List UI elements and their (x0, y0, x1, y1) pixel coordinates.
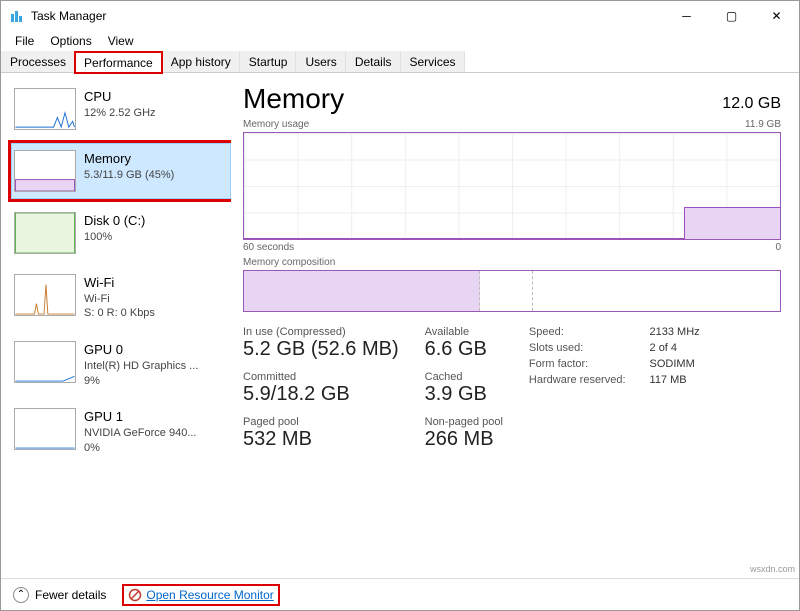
gpu1-sub2: 0% (84, 441, 197, 456)
kv-table: Speed: 2133 MHz Slots used: 2 of 4 Form … (529, 326, 700, 386)
nonpaged-label: Non-paged pool (425, 416, 503, 428)
gpu0-name: GPU 0 (84, 341, 198, 359)
window-buttons: ─ ▢ ✕ (664, 1, 799, 31)
hw-key: Hardware reserved: (529, 374, 626, 386)
comp-modified (480, 271, 534, 311)
wifi-sub1: Wi-Fi (84, 292, 155, 307)
chart-baseline (244, 238, 684, 239)
resource-monitor-link-wrap[interactable]: Open Resource Monitor (124, 586, 277, 604)
menu-bar: File Options View (1, 31, 799, 51)
memory-name: Memory (84, 150, 174, 168)
tab-strip: Processes Performance App history Startu… (1, 51, 799, 73)
cpu-sub: 12% 2.52 GHz (84, 106, 156, 121)
sidebar-item-cpu[interactable]: CPU 12% 2.52 GHz (11, 81, 231, 137)
detail-pane: Memory 12.0 GB Memory usage 11.9 GB 60 s… (231, 73, 799, 578)
cached-value: 3.9 GB (425, 383, 503, 406)
chevron-up-icon[interactable]: ⌃ (13, 587, 29, 603)
chart-fill (684, 207, 780, 239)
minimize-button[interactable]: ─ (664, 1, 709, 31)
gpu0-sub2: 9% (84, 374, 198, 389)
watermark: wsxdn.com (750, 564, 795, 574)
gpu1-thumb (14, 408, 76, 450)
slots-val: 2 of 4 (650, 342, 700, 354)
app-icon (9, 8, 25, 24)
comp-in-use (244, 271, 480, 311)
axis-left: 60 seconds (243, 242, 294, 253)
footer-bar: ⌃ Fewer details Open Resource Monitor (1, 578, 799, 610)
gpu1-sub1: NVIDIA GeForce 940... (84, 426, 197, 441)
wifi-sub2: S: 0 R: 0 Kbps (84, 306, 155, 321)
window-title: Task Manager (31, 9, 664, 23)
hw-val: 117 MB (650, 374, 700, 386)
paged-value: 532 MB (243, 428, 399, 451)
stats-area: In use (Compressed) 5.2 GB (52.6 MB) Com… (243, 326, 781, 461)
tab-performance[interactable]: Performance (75, 52, 162, 73)
committed-label: Committed (243, 371, 399, 383)
fewer-details-link[interactable]: Fewer details (35, 588, 106, 602)
gpu0-sub1: Intel(R) HD Graphics ... (84, 359, 198, 374)
committed-value: 5.9/18.2 GB (243, 383, 399, 406)
disk-name: Disk 0 (C:) (84, 212, 145, 230)
speed-val: 2133 MHz (650, 326, 700, 338)
sidebar-item-memory[interactable]: Memory 5.3/11.9 GB (45%) (11, 143, 231, 199)
disk-thumb (14, 212, 76, 254)
form-key: Form factor: (529, 358, 626, 370)
maximize-button[interactable]: ▢ (709, 1, 754, 31)
available-label: Available (425, 326, 503, 338)
cpu-thumb (14, 88, 76, 130)
memory-sub: 5.3/11.9 GB (45%) (84, 168, 174, 183)
sidebar-item-gpu1[interactable]: GPU 1 NVIDIA GeForce 940... 0% (11, 401, 231, 462)
title-bar: Task Manager ─ ▢ ✕ (1, 1, 799, 31)
nonpaged-value: 266 MB (425, 428, 503, 451)
menu-options[interactable]: Options (42, 32, 99, 50)
available-value: 6.6 GB (425, 338, 503, 361)
tab-app-history[interactable]: App history (162, 51, 240, 72)
tab-startup[interactable]: Startup (240, 51, 297, 72)
gpu1-name: GPU 1 (84, 408, 197, 426)
slots-key: Slots used: (529, 342, 626, 354)
wifi-thumb (14, 274, 76, 316)
form-val: SODIMM (650, 358, 700, 370)
close-button[interactable]: ✕ (754, 1, 799, 31)
composition-label: Memory composition (243, 257, 335, 268)
wifi-name: Wi-Fi (84, 274, 155, 292)
cached-label: Cached (425, 371, 503, 383)
speed-key: Speed: (529, 326, 626, 338)
disk-sub: 100% (84, 230, 145, 245)
inuse-value: 5.2 GB (52.6 MB) (243, 338, 399, 361)
memory-usage-chart[interactable] (243, 132, 781, 240)
sidebar-item-disk[interactable]: Disk 0 (C:) 100% (11, 205, 231, 261)
detail-total: 12.0 GB (722, 95, 781, 113)
resource-monitor-icon (128, 588, 142, 602)
open-resource-monitor-link[interactable]: Open Resource Monitor (146, 588, 273, 602)
comp-free (533, 271, 780, 311)
tab-users[interactable]: Users (296, 51, 345, 72)
detail-title: Memory (243, 83, 344, 115)
sidebar: CPU 12% 2.52 GHz Memory 5.3/11.9 GB (45%… (1, 73, 231, 578)
menu-view[interactable]: View (100, 32, 142, 50)
inuse-label: In use (Compressed) (243, 326, 399, 338)
tab-details[interactable]: Details (346, 51, 401, 72)
memory-composition-chart[interactable] (243, 270, 781, 312)
main-area: CPU 12% 2.52 GHz Memory 5.3/11.9 GB (45%… (1, 73, 799, 578)
tab-services[interactable]: Services (401, 51, 465, 72)
cpu-name: CPU (84, 88, 156, 106)
sidebar-item-wifi[interactable]: Wi-Fi Wi-Fi S: 0 R: 0 Kbps (11, 267, 231, 328)
gpu0-thumb (14, 341, 76, 383)
tab-processes[interactable]: Processes (1, 51, 75, 72)
menu-file[interactable]: File (7, 32, 42, 50)
axis-right: 0 (775, 242, 781, 253)
sidebar-item-gpu0[interactable]: GPU 0 Intel(R) HD Graphics ... 9% (11, 334, 231, 395)
usage-chart-label: Memory usage (243, 119, 309, 130)
usage-chart-max: 11.9 GB (745, 119, 781, 130)
paged-label: Paged pool (243, 416, 399, 428)
memory-thumb (14, 150, 76, 192)
